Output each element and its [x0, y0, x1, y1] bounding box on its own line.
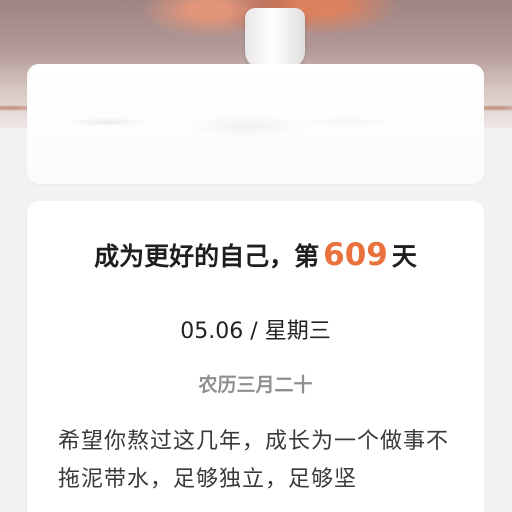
quote-text: 希望你熬过这几年，成长为一个做事不拖泥带水，足够独立，足够坚: [58, 429, 450, 492]
vase-image: [245, 8, 305, 68]
date-value: 05.06: [180, 319, 244, 344]
title-suffix: 天: [391, 242, 417, 271]
lunar-date: 农历三月二十: [198, 374, 313, 396]
weekday: 星期三: [264, 319, 331, 344]
day-count: 609: [323, 237, 388, 273]
page-title: 成为更好的自己，第 609 天: [27, 237, 484, 273]
date-separator: /: [250, 319, 258, 344]
date-line: 05.06 / 星期三: [27, 313, 484, 345]
daily-card: 成为更好的自己，第 609 天 05.06 / 星期三 农历三月二十 希望你熬过这几…: [27, 201, 484, 512]
screen: 成为更好的自己，第 609 天 05.06 / 星期三 农历三月二十 希望你熬过这几…: [0, 0, 512, 512]
top-card[interactable]: [27, 64, 484, 184]
blurred-content: [67, 92, 387, 152]
title-prefix: 成为更好的自己，第: [94, 242, 320, 271]
